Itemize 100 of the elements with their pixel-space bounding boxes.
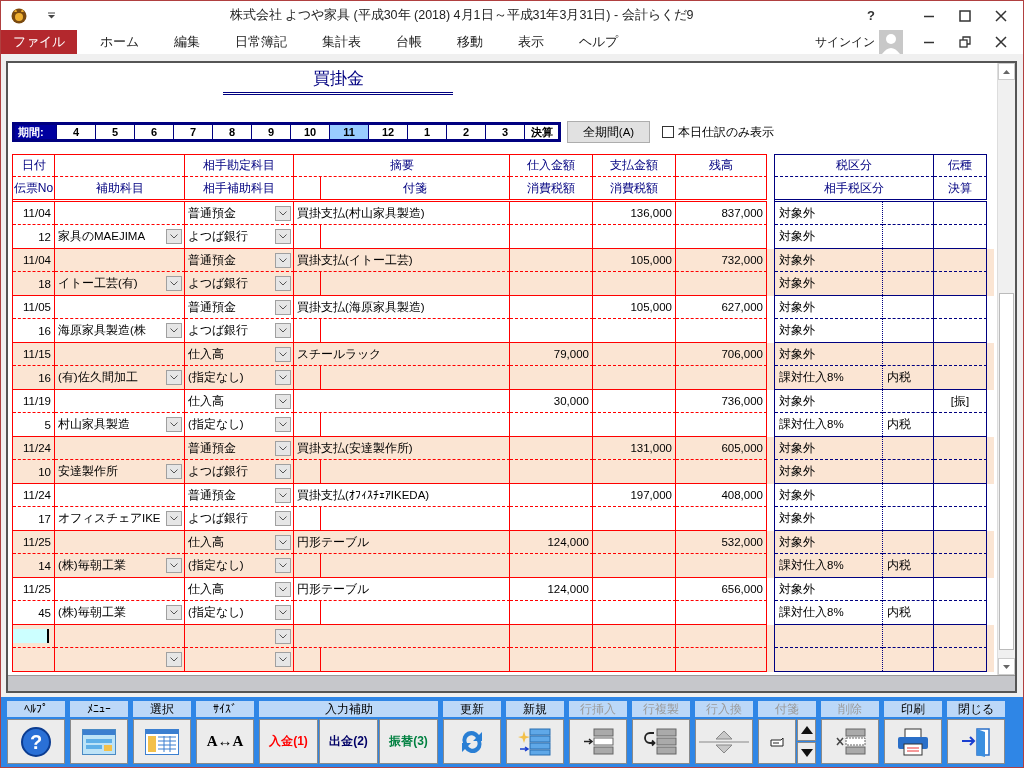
restore-icon[interactable] [959, 36, 971, 48]
period-tab[interactable]: 11 [329, 125, 368, 139]
chevron-down-icon [279, 398, 287, 404]
dropdown-button[interactable] [275, 534, 291, 550]
vertical-scrollbar[interactable] [997, 63, 1015, 675]
dropdown-button[interactable] [166, 652, 182, 667]
menu-item[interactable]: 集計表 [310, 30, 373, 54]
delete-row-button[interactable] [821, 719, 879, 764]
dropdown-button[interactable] [275, 370, 291, 385]
cell-text: よつば銀行 [188, 229, 248, 244]
dropdown-button[interactable] [275, 417, 291, 432]
period-tab[interactable]: 決算 [524, 125, 558, 139]
horizontal-scrollbar[interactable] [8, 675, 1015, 691]
dropdown-button[interactable] [166, 605, 182, 620]
move-up-button[interactable] [797, 719, 816, 741]
scroll-up-button[interactable] [998, 63, 1015, 80]
dropdown-button[interactable] [166, 370, 182, 385]
toolbar-label: 印刷 [884, 701, 942, 717]
duplicate-row-button[interactable] [632, 719, 690, 764]
table-cell: [振] [934, 390, 987, 413]
help-button[interactable]: ? [867, 8, 875, 23]
period-tab[interactable]: 7 [173, 125, 212, 139]
menu-item[interactable]: ホーム [88, 30, 151, 54]
dropdown-button[interactable] [275, 558, 291, 573]
refresh-button[interactable] [443, 719, 501, 764]
dropdown-button[interactable] [275, 346, 291, 362]
period-tab[interactable]: 9 [251, 125, 290, 139]
column-header: 決算 [934, 177, 987, 199]
checkbox[interactable] [662, 126, 674, 138]
select-button[interactable] [133, 719, 191, 764]
dropdown-button[interactable] [166, 276, 182, 291]
dropdown-button[interactable] [166, 323, 182, 338]
period-tab[interactable]: 2 [446, 125, 485, 139]
menu-item[interactable]: ファイル [1, 30, 77, 54]
menu-item[interactable]: 日常簿記 [223, 30, 299, 54]
table-cell: 837,000 [676, 202, 767, 225]
menu-item[interactable]: 移動 [445, 30, 495, 54]
dropdown-button[interactable] [275, 652, 291, 667]
dropdown-button[interactable] [275, 464, 291, 479]
dropdown-button[interactable] [166, 417, 182, 432]
period-tab[interactable]: 8 [212, 125, 251, 139]
new-row-button[interactable] [506, 719, 564, 764]
dropdown-button[interactable] [275, 393, 291, 409]
dropdown-button[interactable] [166, 229, 182, 244]
dropdown-button[interactable] [275, 299, 291, 315]
dropdown-button[interactable] [166, 511, 182, 526]
sign-in-link[interactable]: サインイン [815, 33, 875, 51]
chevron-down-icon [279, 351, 287, 357]
column-header: 伝票No [13, 177, 55, 199]
close-icon[interactable] [995, 36, 1007, 48]
period-tab[interactable]: 12 [368, 125, 407, 139]
maximize-icon[interactable] [959, 9, 971, 22]
period-tab[interactable]: 3 [485, 125, 524, 139]
menu-item[interactable]: 台帳 [384, 30, 434, 54]
dropdown-button[interactable] [275, 229, 291, 244]
input-assist-button[interactable]: 出金(2) [319, 719, 378, 764]
table-cell: 105,000 [593, 249, 676, 272]
dropdown-button[interactable] [275, 511, 291, 526]
exit-button[interactable] [947, 719, 1005, 764]
column-header: 仕入金額 [510, 155, 593, 177]
menu-item[interactable]: 編集 [162, 30, 212, 54]
insert-row-button[interactable] [569, 719, 627, 764]
scroll-down-button[interactable] [998, 658, 1015, 675]
chevron-down-icon [170, 375, 178, 380]
menu-item[interactable]: 表示 [506, 30, 556, 54]
move-down-button[interactable] [797, 742, 816, 764]
customize-toolbar-icon[interactable] [47, 12, 56, 19]
dropdown-button[interactable] [166, 464, 182, 479]
dropdown-button[interactable] [275, 323, 291, 338]
dropdown-button[interactable] [275, 581, 291, 597]
font-size-button[interactable]: A↔A [196, 719, 254, 764]
scrollbar-thumb[interactable] [999, 293, 1014, 650]
input-assist-button[interactable]: 振替(3) [379, 719, 438, 764]
swap-rows-button[interactable] [695, 719, 753, 764]
date-input[interactable] [13, 629, 49, 643]
app-logo-icon [11, 7, 27, 24]
table-cell: 買掛支払(村山家具製造) [294, 202, 510, 225]
dropdown-button[interactable] [275, 605, 291, 620]
dropdown-button[interactable] [275, 205, 291, 221]
menu-item[interactable]: ヘルプ [567, 30, 630, 54]
period-tab[interactable]: 6 [134, 125, 173, 139]
dropdown-button[interactable] [275, 487, 291, 503]
cell-text: 普通預金 [188, 205, 236, 221]
dropdown-button[interactable] [275, 276, 291, 291]
help-button[interactable]: ? [7, 719, 65, 764]
period-tab[interactable]: 5 [95, 125, 134, 139]
all-periods-button[interactable]: 全期間(A) [567, 121, 650, 143]
chevron-down-icon [170, 657, 178, 662]
dropdown-button[interactable] [275, 440, 291, 456]
dropdown-button[interactable] [166, 558, 182, 573]
chevron-down-icon [279, 492, 287, 498]
chevron-down-icon [279, 422, 287, 427]
dropdown-button[interactable] [275, 252, 291, 268]
period-tab[interactable]: 1 [407, 125, 446, 139]
dropdown-button[interactable] [275, 628, 291, 644]
menu-button[interactable] [70, 719, 128, 764]
ledger-title: 買掛金 [312, 69, 364, 88]
period-tab[interactable]: 4 [56, 125, 95, 139]
close-icon[interactable] [995, 9, 1007, 22]
print-button[interactable] [884, 719, 942, 764]
